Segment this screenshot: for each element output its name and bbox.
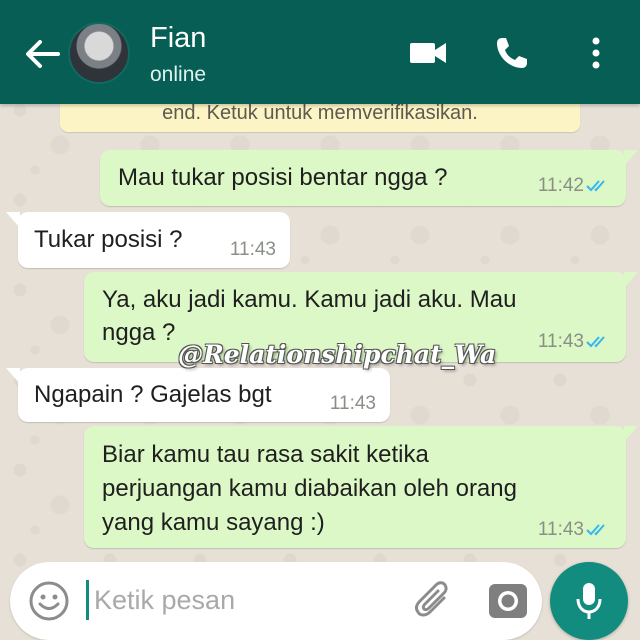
mic-button[interactable] bbox=[550, 562, 628, 640]
message-time: 11:43 bbox=[329, 393, 376, 414]
contact-name[interactable]: Fian bbox=[150, 22, 206, 55]
read-ticks-icon bbox=[586, 524, 605, 536]
watermark: @Relationshipchat_Wa bbox=[178, 340, 497, 369]
message-bubble-incoming[interactable]: Tukar posisi ? 11:43 bbox=[6, 212, 290, 268]
message-text: ngga ? bbox=[102, 319, 176, 346]
camera-icon[interactable] bbox=[486, 580, 530, 622]
message-input[interactable] bbox=[94, 576, 394, 624]
message-text: perjuangan kamu diabaikan oleh orang bbox=[102, 475, 517, 502]
message-text: Biar kamu tau rasa sakit ketika bbox=[102, 441, 429, 468]
text-caret bbox=[86, 580, 89, 620]
message-text: Ya, aku jadi kamu. Kamu jadi aku. Mau bbox=[102, 286, 517, 313]
message-text: Ngapain ? Gajelas bgt bbox=[34, 381, 272, 408]
message-text: Mau tukar posisi bentar ngga ? bbox=[118, 164, 448, 191]
more-vert-icon[interactable] bbox=[584, 34, 608, 72]
back-arrow-icon[interactable] bbox=[22, 36, 62, 72]
message-meta: 11:43 bbox=[538, 520, 612, 540]
message-text: Tukar posisi ? bbox=[34, 226, 183, 253]
message-bubble-outgoing[interactable]: Biar kamu tau rasa sakit ketika perjuang… bbox=[84, 426, 638, 548]
emoji-icon[interactable] bbox=[28, 580, 70, 622]
read-ticks-icon bbox=[586, 336, 605, 348]
message-time: 11:43 bbox=[537, 331, 584, 352]
message-meta: 11:43 bbox=[538, 332, 612, 352]
message-time: 11:42 bbox=[537, 175, 584, 196]
paperclip-icon[interactable] bbox=[414, 580, 454, 622]
phone-icon[interactable] bbox=[493, 34, 531, 72]
message-meta: 11:42 bbox=[538, 176, 612, 196]
avatar[interactable] bbox=[68, 22, 130, 84]
contact-status: online bbox=[150, 63, 207, 86]
video-call-icon[interactable] bbox=[408, 34, 448, 72]
message-composer bbox=[10, 562, 542, 640]
chat-header: Fian online bbox=[0, 0, 640, 104]
message-bubble-outgoing[interactable]: Mau tukar posisi bentar ngga ? 11:42 bbox=[100, 150, 638, 206]
message-time: 11:43 bbox=[537, 519, 584, 540]
message-bubble-incoming[interactable]: Ngapain ? Gajelas bgt 11:43 bbox=[6, 368, 390, 422]
message-text: yang kamu sayang :) bbox=[102, 509, 325, 536]
microphone-icon bbox=[576, 583, 602, 619]
read-ticks-icon bbox=[586, 180, 605, 192]
message-time: 11:43 bbox=[229, 239, 276, 260]
